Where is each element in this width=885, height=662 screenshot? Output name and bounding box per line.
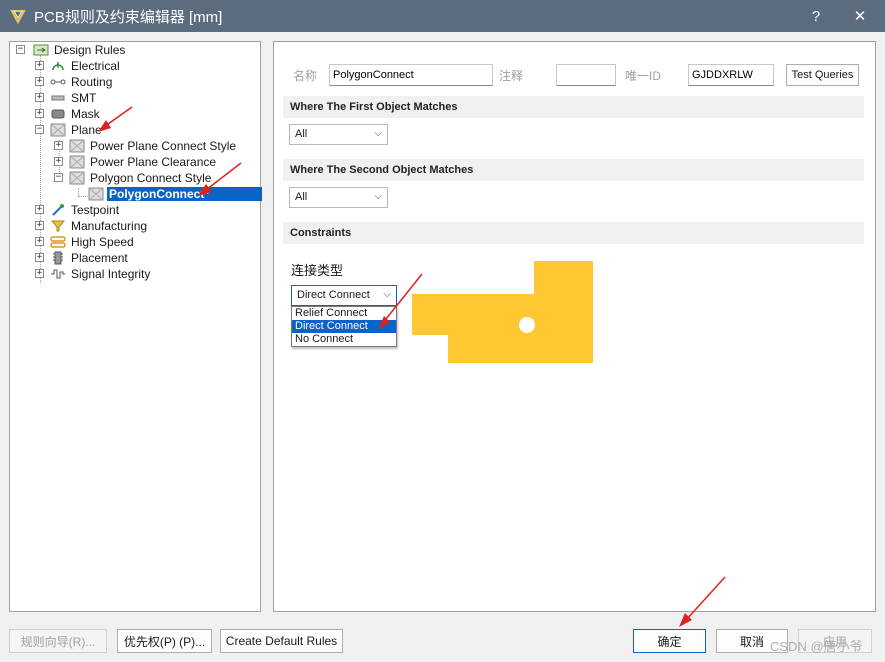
expand-icon[interactable]: + [35, 269, 44, 278]
expand-icon[interactable]: + [35, 77, 44, 86]
collapse-icon[interactable]: − [54, 173, 63, 182]
rule-icon [88, 187, 104, 201]
tree-label: Signal Integrity [71, 267, 151, 281]
tree-item-placement[interactable]: + Placement [35, 250, 130, 266]
app-logo-icon [10, 10, 26, 24]
help-button[interactable]: ? [796, 0, 836, 32]
comment-input[interactable] [556, 64, 616, 86]
connect-type-value: Direct Connect [297, 289, 370, 301]
tree-label: Electrical [71, 59, 120, 73]
annotation-arrow-icon [679, 576, 726, 627]
comment-label: 注释 [499, 69, 524, 83]
watermark-text: CSDN @唐小爷 [770, 639, 863, 654]
rule-icon [69, 155, 85, 169]
manufacturing-icon [50, 220, 66, 232]
close-button[interactable]: ✕ [840, 0, 880, 32]
expand-icon[interactable]: + [35, 237, 44, 246]
connect-type-label: 连接类型 [291, 263, 344, 278]
tree-label: Routing [71, 75, 113, 89]
design-rules-icon [33, 44, 49, 56]
rule-icon [69, 171, 85, 185]
option-no-connect[interactable]: No Connect [292, 333, 396, 346]
tree-item-testpoint[interactable]: + Testpoint [35, 202, 121, 218]
priority-button[interactable]: 优先权(P) (P)... [117, 629, 212, 653]
window-title: PCB规则及约束编辑器 [mm] [34, 8, 223, 26]
highspeed-icon [50, 236, 66, 248]
annotation-arrow-icon [198, 162, 242, 196]
expand-icon[interactable]: + [35, 221, 44, 230]
rule-editor-panel: 名称 注释 唯一ID Test Queries Where The First … [273, 41, 876, 612]
tree-item-signal-integrity[interactable]: + Signal Integrity [35, 266, 152, 282]
collapse-icon[interactable]: − [16, 45, 25, 54]
collapse-icon[interactable]: − [35, 125, 44, 134]
tree-label: Placement [71, 251, 128, 265]
ok-button[interactable]: 确定 [633, 629, 706, 653]
second-match-combo[interactable]: All ⌵ [289, 187, 388, 208]
tree-item-routing[interactable]: + Routing [35, 74, 114, 90]
routing-icon [50, 79, 66, 85]
title-bar: PCB规则及约束编辑器 [mm] ? ✕ [0, 0, 885, 32]
tree-label: High Speed [71, 235, 134, 249]
placement-icon [53, 251, 63, 265]
tree-label: Polygon Connect Style [90, 171, 212, 185]
tree-item-high-speed[interactable]: + High Speed [35, 234, 136, 250]
expand-icon[interactable]: + [35, 93, 44, 102]
electrical-icon [52, 62, 64, 71]
annotation-arrow-icon [98, 106, 133, 132]
unique-id-input[interactable] [688, 64, 774, 86]
mask-icon [51, 109, 65, 119]
rule-wizard-button[interactable]: 规则向导(R)... [9, 629, 107, 653]
tree-label: Power Plane Connect Style [90, 139, 237, 153]
tree-label: Testpoint [71, 203, 120, 217]
unique-id-label: 唯一ID [625, 69, 662, 83]
tree-item-power-plane-connect-style[interactable]: + Power Plane Connect Style [54, 138, 238, 154]
tree-item-power-plane-clearance[interactable]: + Power Plane Clearance [54, 154, 218, 170]
tree-item-electrical[interactable]: + Electrical [35, 58, 122, 74]
name-input[interactable] [329, 64, 493, 86]
annotation-arrow-icon [378, 273, 423, 330]
first-match-combo[interactable]: All ⌵ [289, 124, 388, 145]
tree-item-polygon-connect-style[interactable]: − Polygon Connect Style [54, 170, 213, 186]
tree-label: Design Rules [54, 43, 126, 57]
expand-icon[interactable]: + [54, 141, 63, 150]
tree-root-design-rules[interactable]: − Design Rules [16, 42, 127, 58]
chevron-down-icon: ⌵ [374, 191, 382, 202]
expand-icon[interactable]: + [54, 157, 63, 166]
expand-icon[interactable]: + [35, 205, 44, 214]
tree-item-plane[interactable]: − Plane [35, 122, 104, 138]
tree-item-manufacturing[interactable]: + Manufacturing [35, 218, 149, 234]
smt-icon [51, 95, 65, 101]
signal-icon [51, 269, 65, 279]
connection-preview [412, 261, 593, 363]
tree-label: Manufacturing [71, 219, 148, 233]
create-default-rules-button[interactable]: Create Default Rules [220, 629, 343, 653]
expand-icon[interactable]: + [35, 109, 44, 118]
plane-icon [50, 123, 66, 137]
first-match-header: Where The First Object Matches [283, 96, 864, 118]
testpoint-icon [52, 204, 64, 216]
tree-label: SMT [71, 91, 97, 105]
second-match-header: Where The Second Object Matches [283, 159, 864, 181]
expand-icon[interactable]: + [35, 61, 44, 70]
expand-icon[interactable]: + [35, 253, 44, 262]
test-queries-button[interactable]: Test Queries [786, 64, 859, 86]
rule-icon [69, 139, 85, 153]
second-match-value: All [295, 191, 308, 203]
tree-item-mask[interactable]: + Mask [35, 106, 102, 122]
name-label: 名称 [293, 69, 318, 83]
chevron-down-icon: ⌵ [374, 128, 382, 139]
first-match-value: All [295, 128, 308, 140]
tree-item-smt[interactable]: + SMT [35, 90, 98, 106]
constraints-header: Constraints [283, 222, 864, 244]
